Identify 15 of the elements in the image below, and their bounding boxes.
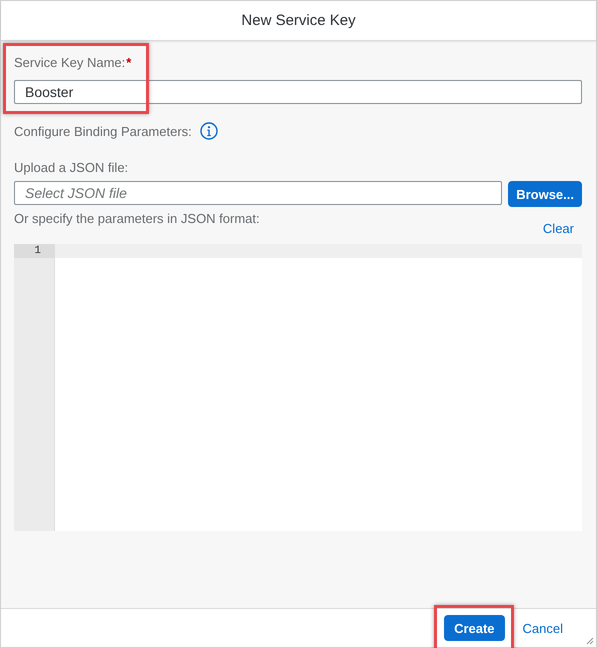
browse-button[interactable]: Browse... [508,181,582,207]
line-number: 1 [14,244,54,258]
field-label: Or specify the parameters in JSON format: [14,211,260,226]
input-field[interactable]: Booster [14,80,582,104]
dialog-title: New Service Key [241,12,356,29]
section-label: Configure Binding Parameters: [14,124,192,138]
code-editor[interactable]: 1 [14,244,582,531]
cancel-button[interactable]: Cancel [514,615,571,641]
resize-grip-icon[interactable] [586,637,594,645]
clear-link[interactable]: Clear [542,221,574,236]
create-button[interactable]: Create [444,615,505,641]
info-icon[interactable] [200,122,218,140]
file-input-field[interactable]: Select JSON file [14,181,502,205]
field-label: Upload a JSON file: [14,160,130,175]
field-label: Service Key Name:* [14,55,132,70]
